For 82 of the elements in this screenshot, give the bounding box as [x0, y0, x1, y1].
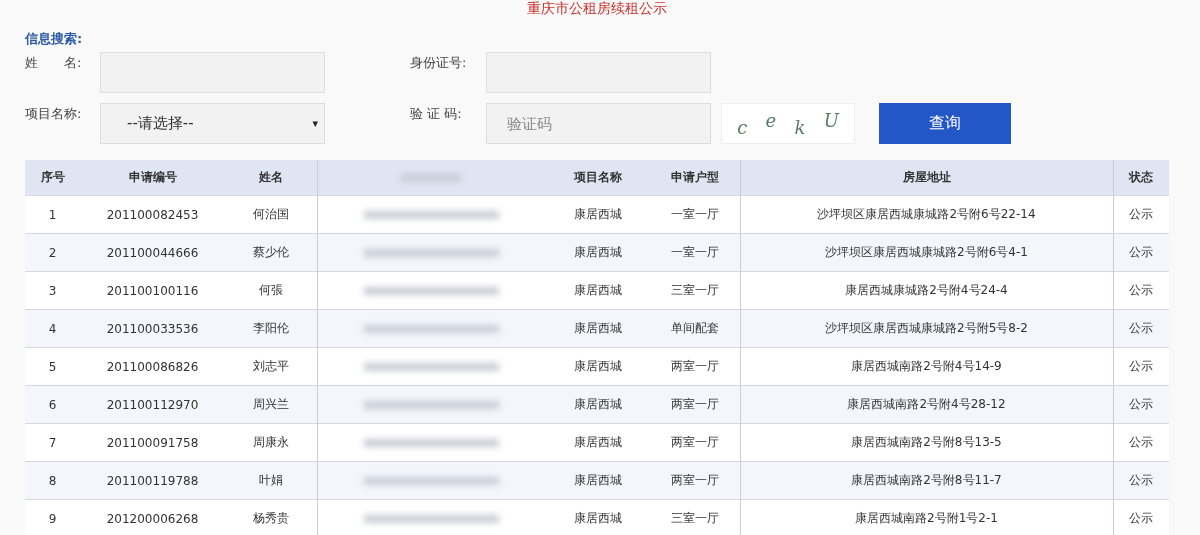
table-cell: 康居西城南路2号附1号2-1 [855, 511, 998, 525]
table-cell: 5 [48, 359, 57, 374]
captcha-field[interactable]: 验证码 [486, 103, 711, 144]
table-cell: 公示 [1129, 207, 1154, 221]
project-select[interactable]: --请选择-- ▾ [100, 103, 325, 144]
table-cell: 公示 [1129, 321, 1154, 335]
table-cell: 康居西城 [573, 207, 622, 221]
table-cell: 8 [48, 473, 57, 488]
table-cell: 201100100116 [106, 283, 199, 298]
column-header: 序号 [25, 160, 80, 196]
table-cell: 9 [48, 511, 57, 526]
table-cell: 两室一厅 [670, 397, 719, 411]
table-cell: 沙坪坝区康居西城康城路2号附6号22-14 [817, 207, 1036, 221]
captcha-image: c e k U [721, 103, 855, 144]
table-cell: 康居西城南路2号附8号13-5 [851, 435, 1002, 449]
table-cell: 201100091758 [106, 435, 199, 450]
table-cell: 周康永 [252, 435, 289, 449]
table-cell: 沙坪坝区康居西城康城路2号附6号4-1 [825, 245, 1028, 259]
table-cell: 康居西城 [573, 473, 622, 487]
project-label: 项目名称: [25, 105, 83, 123]
table-cell: 三室一厅 [670, 511, 719, 525]
table-cell: 公示 [1129, 511, 1154, 525]
table-cell: 康居西城 [573, 283, 622, 297]
column-header: 状态 [1113, 160, 1169, 196]
name-label: 姓 名: [25, 54, 83, 72]
table-cell: 2 [48, 245, 57, 260]
column-header: 房屋地址 [740, 160, 1113, 196]
table-cell: 公示 [1129, 245, 1154, 259]
table-cell: 康居西城 [573, 359, 622, 373]
id-number-label: 身份证号: [410, 54, 468, 72]
table-cell: 三室一厅 [670, 283, 719, 297]
id-number-field[interactable] [486, 52, 711, 93]
table-cell: 周兴兰 [252, 397, 289, 411]
table-cell: 3 [48, 283, 57, 298]
table-cell: 刘志平 [252, 359, 289, 373]
table-cell: 7 [48, 435, 57, 450]
table-cell: 公示 [1129, 473, 1154, 487]
table-cell: 康居西城康城路2号附4号24-4 [845, 283, 1008, 297]
search-button[interactable]: 查询 [879, 103, 1011, 144]
table-cell: 康居西城 [573, 245, 622, 259]
page-title: 重庆市公租房续租公示 [526, 0, 668, 18]
table-cell: 沙坪坝区康居西城康城路2号附5号8-2 [825, 321, 1028, 335]
table-cell: 康居西城 [573, 397, 622, 411]
table-cell: 康居西城南路2号附4号14-9 [851, 359, 1002, 373]
table-cell: 201100082453 [106, 207, 199, 222]
table-cell: 何治国 [252, 207, 289, 221]
search-heading: 信息搜索: [25, 30, 84, 48]
column-header: 项目名称 [545, 160, 650, 196]
table-cell: 蔡少伦 [252, 245, 289, 259]
table-cell: 1 [48, 207, 57, 222]
name-field[interactable] [100, 52, 325, 93]
table-cell: 康居西城南路2号附8号11-7 [851, 473, 1002, 487]
table-cell: 201100086826 [106, 359, 199, 374]
table-cell: 一室一厅 [670, 245, 719, 259]
table-cell: 单间配套 [670, 321, 719, 335]
table-cell: 201100033536 [106, 321, 199, 336]
table-cell: 何張 [258, 283, 283, 297]
table-cell: 康居西城 [573, 321, 622, 335]
table-cell: 201100119788 [106, 473, 199, 488]
table-cell: 一室一厅 [670, 207, 719, 221]
table-cell: 公示 [1129, 435, 1154, 449]
table-cell: 201100044666 [106, 245, 199, 260]
captcha-label: 验 证 码: [410, 105, 463, 123]
table-cell: 两室一厅 [670, 473, 719, 487]
table-cell: 4 [48, 321, 57, 336]
table-cell: 公示 [1129, 283, 1154, 297]
column-header: 姓名 [225, 160, 317, 196]
table-cell: 康居西城 [573, 511, 622, 525]
table-cell: 李阳伦 [252, 321, 289, 335]
table-cell: 公示 [1129, 359, 1154, 373]
table-cell: 叶娟 [258, 473, 283, 487]
table-cell: 两室一厅 [670, 359, 719, 373]
table-cell: 康居西城 [573, 435, 622, 449]
table-cell: 两室一厅 [670, 435, 719, 449]
table-cell: 6 [48, 397, 57, 412]
table-cell: 公示 [1129, 397, 1154, 411]
table-cell: 201200006268 [106, 511, 199, 526]
table-cell: 201100112970 [106, 397, 199, 412]
table-cell: 康居西城南路2号附4号28-12 [847, 397, 1006, 411]
column-header: 申请编号 [80, 160, 225, 196]
table-cell: 杨秀贵 [252, 511, 289, 525]
column-header: 申请户型 [650, 160, 740, 196]
